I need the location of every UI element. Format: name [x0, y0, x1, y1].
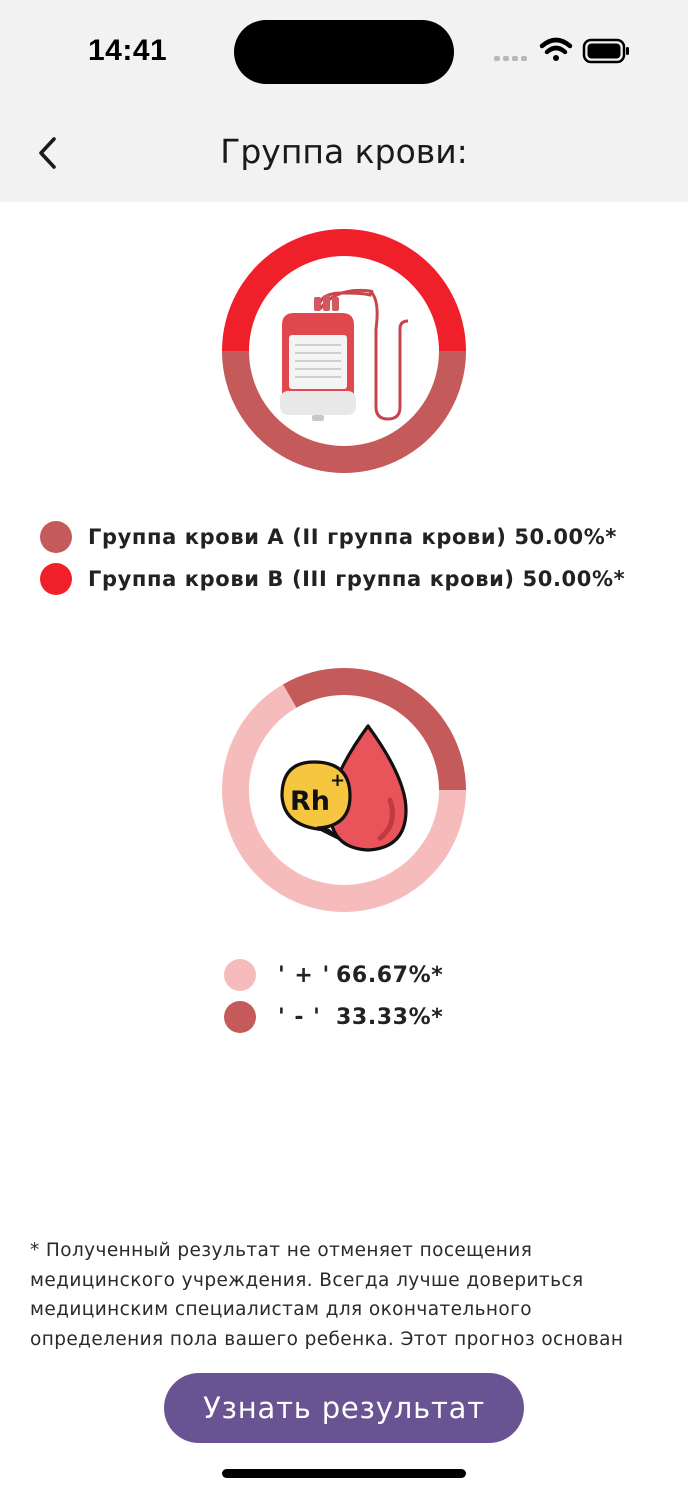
blood-group-legend: Группа крови A (II группа крови) 50.00%*…: [40, 516, 625, 600]
wifi-icon: [539, 37, 573, 61]
legend-sign: ' - ': [278, 1004, 321, 1030]
page-title: Группа крови:: [220, 132, 468, 171]
legend-item: ' - ' 33.33%*: [224, 996, 443, 1038]
legend-sign: ' + ': [278, 962, 331, 988]
legend-swatch: [224, 1001, 256, 1033]
legend-swatch: [40, 521, 72, 553]
legend-item: ' + ' 66.67%*: [224, 954, 443, 996]
blood-group-chart: [222, 229, 466, 473]
legend-item: Группа крови A (II группа крови) 50.00%*: [40, 516, 625, 558]
get-result-button[interactable]: Узнать результат: [164, 1373, 524, 1443]
legend-swatch: [224, 959, 256, 991]
legend-swatch: [40, 563, 72, 595]
home-indicator: [222, 1469, 466, 1478]
legend-item: Группа крови B (III группа крови) 50.00%…: [40, 558, 625, 600]
signal-icon: [494, 56, 527, 61]
legend-label: Группа крови A (II группа крови) 50.00%*: [88, 525, 617, 549]
rh-factor-chart: Rh +: [222, 668, 466, 912]
legend-label: Группа крови B (III группа крови) 50.00%…: [88, 567, 626, 591]
rh-legend: ' + ' 66.67%* ' - ' 33.33%*: [224, 954, 443, 1038]
rh-plus-mark: +: [330, 770, 345, 791]
dynamic-island: [234, 20, 454, 84]
status-time: 14:41: [88, 34, 168, 67]
disclaimer-text: * Полученный результат не отменяет посещ…: [30, 1240, 624, 1350]
legend-percent: 66.67%*: [336, 962, 444, 988]
top-bar: 14:41 Группа крови:: [0, 0, 688, 202]
rh-icon-text: Rh: [290, 786, 330, 817]
status-icons: [494, 37, 629, 64]
battery-icon: [582, 38, 629, 64]
legend-percent: 33.33%*: [336, 1004, 444, 1030]
